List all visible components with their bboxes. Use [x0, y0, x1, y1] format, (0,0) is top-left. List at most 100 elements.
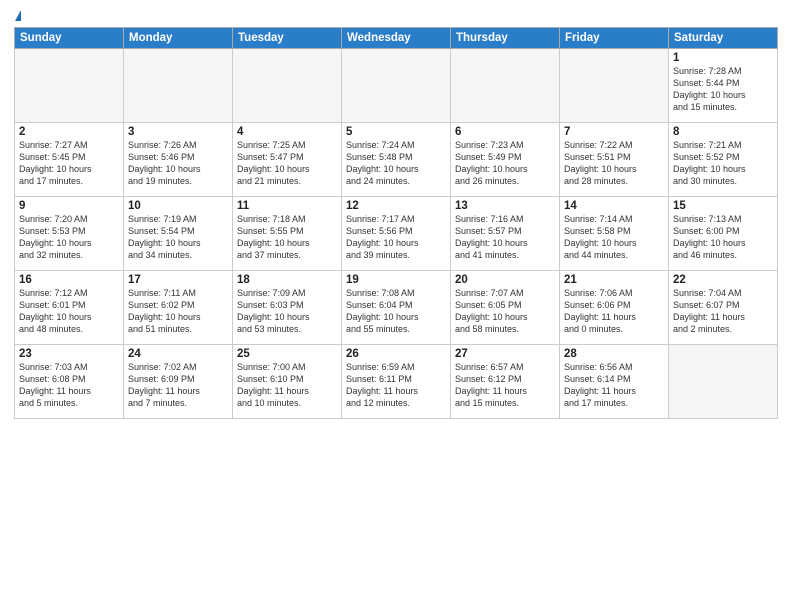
day-number: 2: [19, 126, 119, 138]
day-number: 25: [237, 348, 337, 360]
week-row-1: 1Sunrise: 7:28 AM Sunset: 5:44 PM Daylig…: [15, 49, 778, 123]
calendar-cell: 16Sunrise: 7:12 AM Sunset: 6:01 PM Dayli…: [15, 271, 124, 345]
calendar-cell: 19Sunrise: 7:08 AM Sunset: 6:04 PM Dayli…: [342, 271, 451, 345]
day-number: 9: [19, 200, 119, 212]
calendar-cell: [15, 49, 124, 123]
day-info: Sunrise: 7:11 AM Sunset: 6:02 PM Dayligh…: [128, 287, 228, 336]
day-info: Sunrise: 7:03 AM Sunset: 6:08 PM Dayligh…: [19, 361, 119, 410]
day-number: 14: [564, 200, 664, 212]
day-info: Sunrise: 7:24 AM Sunset: 5:48 PM Dayligh…: [346, 139, 446, 188]
calendar-cell: [124, 49, 233, 123]
calendar-cell: [233, 49, 342, 123]
day-info: Sunrise: 7:25 AM Sunset: 5:47 PM Dayligh…: [237, 139, 337, 188]
calendar-page: SundayMondayTuesdayWednesdayThursdayFrid…: [0, 0, 792, 612]
day-number: 10: [128, 200, 228, 212]
calendar-cell: 25Sunrise: 7:00 AM Sunset: 6:10 PM Dayli…: [233, 345, 342, 419]
calendar-cell: 22Sunrise: 7:04 AM Sunset: 6:07 PM Dayli…: [669, 271, 778, 345]
week-row-3: 9Sunrise: 7:20 AM Sunset: 5:53 PM Daylig…: [15, 197, 778, 271]
header: [14, 10, 778, 23]
day-info: Sunrise: 7:08 AM Sunset: 6:04 PM Dayligh…: [346, 287, 446, 336]
calendar-cell: [560, 49, 669, 123]
calendar-cell: [451, 49, 560, 123]
day-info: Sunrise: 7:27 AM Sunset: 5:45 PM Dayligh…: [19, 139, 119, 188]
day-number: 5: [346, 126, 446, 138]
calendar-cell: 6Sunrise: 7:23 AM Sunset: 5:49 PM Daylig…: [451, 123, 560, 197]
day-info: Sunrise: 7:09 AM Sunset: 6:03 PM Dayligh…: [237, 287, 337, 336]
day-number: 6: [455, 126, 555, 138]
calendar-cell: 24Sunrise: 7:02 AM Sunset: 6:09 PM Dayli…: [124, 345, 233, 419]
day-info: Sunrise: 7:26 AM Sunset: 5:46 PM Dayligh…: [128, 139, 228, 188]
calendar-cell: 8Sunrise: 7:21 AM Sunset: 5:52 PM Daylig…: [669, 123, 778, 197]
day-info: Sunrise: 7:04 AM Sunset: 6:07 PM Dayligh…: [673, 287, 773, 336]
day-number: 21: [564, 274, 664, 286]
weekday-header-thursday: Thursday: [451, 28, 560, 49]
day-number: 26: [346, 348, 446, 360]
day-number: 15: [673, 200, 773, 212]
calendar-cell: 17Sunrise: 7:11 AM Sunset: 6:02 PM Dayli…: [124, 271, 233, 345]
day-info: Sunrise: 7:12 AM Sunset: 6:01 PM Dayligh…: [19, 287, 119, 336]
day-info: Sunrise: 6:59 AM Sunset: 6:11 PM Dayligh…: [346, 361, 446, 410]
calendar-cell: 23Sunrise: 7:03 AM Sunset: 6:08 PM Dayli…: [15, 345, 124, 419]
calendar-cell: 10Sunrise: 7:19 AM Sunset: 5:54 PM Dayli…: [124, 197, 233, 271]
week-row-5: 23Sunrise: 7:03 AM Sunset: 6:08 PM Dayli…: [15, 345, 778, 419]
logo: [14, 10, 21, 23]
day-number: 27: [455, 348, 555, 360]
day-number: 16: [19, 274, 119, 286]
calendar-cell: 13Sunrise: 7:16 AM Sunset: 5:57 PM Dayli…: [451, 197, 560, 271]
day-info: Sunrise: 7:23 AM Sunset: 5:49 PM Dayligh…: [455, 139, 555, 188]
day-number: 1: [673, 52, 773, 64]
calendar-cell: 2Sunrise: 7:27 AM Sunset: 5:45 PM Daylig…: [15, 123, 124, 197]
day-info: Sunrise: 7:14 AM Sunset: 5:58 PM Dayligh…: [564, 213, 664, 262]
day-info: Sunrise: 7:00 AM Sunset: 6:10 PM Dayligh…: [237, 361, 337, 410]
calendar-cell: 26Sunrise: 6:59 AM Sunset: 6:11 PM Dayli…: [342, 345, 451, 419]
day-info: Sunrise: 7:07 AM Sunset: 6:05 PM Dayligh…: [455, 287, 555, 336]
day-info: Sunrise: 6:56 AM Sunset: 6:14 PM Dayligh…: [564, 361, 664, 410]
day-info: Sunrise: 7:21 AM Sunset: 5:52 PM Dayligh…: [673, 139, 773, 188]
week-row-2: 2Sunrise: 7:27 AM Sunset: 5:45 PM Daylig…: [15, 123, 778, 197]
day-info: Sunrise: 7:28 AM Sunset: 5:44 PM Dayligh…: [673, 65, 773, 114]
day-info: Sunrise: 7:18 AM Sunset: 5:55 PM Dayligh…: [237, 213, 337, 262]
day-number: 24: [128, 348, 228, 360]
logo-triangle-icon: [15, 10, 21, 21]
day-info: Sunrise: 7:13 AM Sunset: 6:00 PM Dayligh…: [673, 213, 773, 262]
calendar-cell: 11Sunrise: 7:18 AM Sunset: 5:55 PM Dayli…: [233, 197, 342, 271]
weekday-header-monday: Monday: [124, 28, 233, 49]
weekday-header-saturday: Saturday: [669, 28, 778, 49]
day-info: Sunrise: 6:57 AM Sunset: 6:12 PM Dayligh…: [455, 361, 555, 410]
day-number: 4: [237, 126, 337, 138]
calendar-cell: 5Sunrise: 7:24 AM Sunset: 5:48 PM Daylig…: [342, 123, 451, 197]
day-info: Sunrise: 7:16 AM Sunset: 5:57 PM Dayligh…: [455, 213, 555, 262]
week-row-4: 16Sunrise: 7:12 AM Sunset: 6:01 PM Dayli…: [15, 271, 778, 345]
day-number: 23: [19, 348, 119, 360]
day-number: 22: [673, 274, 773, 286]
day-info: Sunrise: 7:02 AM Sunset: 6:09 PM Dayligh…: [128, 361, 228, 410]
day-info: Sunrise: 7:06 AM Sunset: 6:06 PM Dayligh…: [564, 287, 664, 336]
weekday-header-sunday: Sunday: [15, 28, 124, 49]
calendar-cell: 7Sunrise: 7:22 AM Sunset: 5:51 PM Daylig…: [560, 123, 669, 197]
calendar-cell: 12Sunrise: 7:17 AM Sunset: 5:56 PM Dayli…: [342, 197, 451, 271]
calendar-cell: 18Sunrise: 7:09 AM Sunset: 6:03 PM Dayli…: [233, 271, 342, 345]
day-info: Sunrise: 7:20 AM Sunset: 5:53 PM Dayligh…: [19, 213, 119, 262]
day-number: 8: [673, 126, 773, 138]
calendar-cell: 14Sunrise: 7:14 AM Sunset: 5:58 PM Dayli…: [560, 197, 669, 271]
calendar-cell: 28Sunrise: 6:56 AM Sunset: 6:14 PM Dayli…: [560, 345, 669, 419]
day-number: 20: [455, 274, 555, 286]
calendar-cell: [669, 345, 778, 419]
calendar-cell: 4Sunrise: 7:25 AM Sunset: 5:47 PM Daylig…: [233, 123, 342, 197]
weekday-header-wednesday: Wednesday: [342, 28, 451, 49]
day-number: 13: [455, 200, 555, 212]
weekday-header-friday: Friday: [560, 28, 669, 49]
day-number: 7: [564, 126, 664, 138]
calendar-cell: 3Sunrise: 7:26 AM Sunset: 5:46 PM Daylig…: [124, 123, 233, 197]
calendar-cell: 27Sunrise: 6:57 AM Sunset: 6:12 PM Dayli…: [451, 345, 560, 419]
day-info: Sunrise: 7:17 AM Sunset: 5:56 PM Dayligh…: [346, 213, 446, 262]
calendar-table: SundayMondayTuesdayWednesdayThursdayFrid…: [14, 27, 778, 419]
calendar-cell: 9Sunrise: 7:20 AM Sunset: 5:53 PM Daylig…: [15, 197, 124, 271]
day-number: 11: [237, 200, 337, 212]
calendar-cell: 1Sunrise: 7:28 AM Sunset: 5:44 PM Daylig…: [669, 49, 778, 123]
day-number: 3: [128, 126, 228, 138]
day-number: 18: [237, 274, 337, 286]
day-info: Sunrise: 7:19 AM Sunset: 5:54 PM Dayligh…: [128, 213, 228, 262]
day-number: 12: [346, 200, 446, 212]
weekday-header-row: SundayMondayTuesdayWednesdayThursdayFrid…: [15, 28, 778, 49]
